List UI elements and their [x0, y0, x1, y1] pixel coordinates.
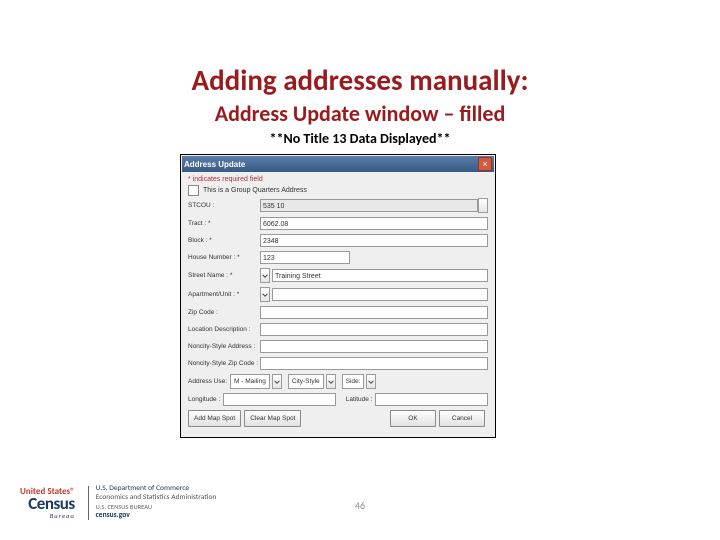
dept-line4: census.gov — [96, 511, 217, 520]
group-quarters-checkbox[interactable] — [188, 185, 199, 196]
apt-field[interactable] — [272, 288, 488, 301]
clear-map-spot-button[interactable]: Clear Map Spot — [244, 410, 301, 427]
logo-bureau: Bureau — [50, 512, 75, 520]
window-title: Address Update — [184, 160, 245, 169]
longitude-label: Longitude : — [188, 396, 220, 403]
slide-title: Adding addresses manually: — [0, 62, 720, 98]
addruse-citystyle-dropdown[interactable] — [326, 374, 336, 389]
block-label: Block : * — [188, 237, 260, 244]
window-titlebar: Address Update × — [182, 156, 494, 172]
zip-label: Zip Code : — [188, 309, 260, 316]
addruse-side-dropdown[interactable] — [366, 374, 376, 389]
block-field[interactable]: 2348 — [260, 234, 488, 247]
close-icon[interactable]: × — [478, 157, 492, 171]
nonstyle-label: Noncity-Style Address : — [188, 343, 260, 350]
longitude-field[interactable] — [223, 393, 336, 406]
locdesc-label: Location Description : — [188, 326, 260, 333]
street-dropdown[interactable] — [260, 268, 270, 283]
stcou-field: 535 10 — [260, 199, 478, 212]
tract-label: Tract : * — [188, 220, 260, 227]
addruse-label: Address Use: — [188, 378, 227, 385]
street-field[interactable]: Training Street — [272, 269, 488, 282]
nonzip-field[interactable] — [260, 357, 488, 370]
page-number: 46 — [0, 499, 720, 512]
nonstyle-field[interactable] — [260, 340, 488, 353]
addruse-mailing-dropdown[interactable] — [272, 374, 282, 389]
apt-label: Apartment/Unit : * — [188, 291, 260, 298]
stcou-spinner[interactable] — [478, 198, 488, 213]
add-map-spot-button[interactable]: Add Map Spot — [188, 410, 241, 427]
locdesc-field[interactable] — [260, 323, 488, 336]
latitude-field[interactable] — [375, 393, 488, 406]
latitude-label: Latitude : — [346, 396, 373, 403]
stcou-label: STCOU : — [188, 202, 260, 209]
houseno-label: House Number : * — [188, 254, 260, 261]
dept-line1: U.S. Department of Commerce — [96, 484, 217, 493]
required-hint: * indicates required field — [188, 176, 488, 183]
street-label: Street Name : * — [188, 272, 260, 279]
addruse-citystyle[interactable]: City-Style — [288, 374, 324, 389]
ok-button[interactable]: OK — [390, 410, 436, 427]
apt-dropdown[interactable] — [260, 287, 270, 302]
address-update-window: Address Update × * indicates required fi… — [180, 154, 496, 438]
cancel-button[interactable]: Cancel — [439, 410, 485, 427]
slide-note: **No Title 13 Data Displayed** — [0, 130, 720, 147]
slide-subtitle: Address Update window – filled — [0, 100, 720, 127]
nonzip-label: Noncity-Style Zip Code : — [188, 360, 260, 367]
addruse-mailing[interactable]: M - Mailing — [230, 374, 270, 389]
group-quarters-label: This is a Group Quarters Address — [203, 187, 307, 194]
tract-field[interactable]: 6062.08 — [260, 217, 488, 230]
addruse-side[interactable]: Side: — [342, 374, 365, 389]
zip-field[interactable] — [260, 306, 488, 319]
houseno-field[interactable]: 123 — [260, 251, 350, 264]
